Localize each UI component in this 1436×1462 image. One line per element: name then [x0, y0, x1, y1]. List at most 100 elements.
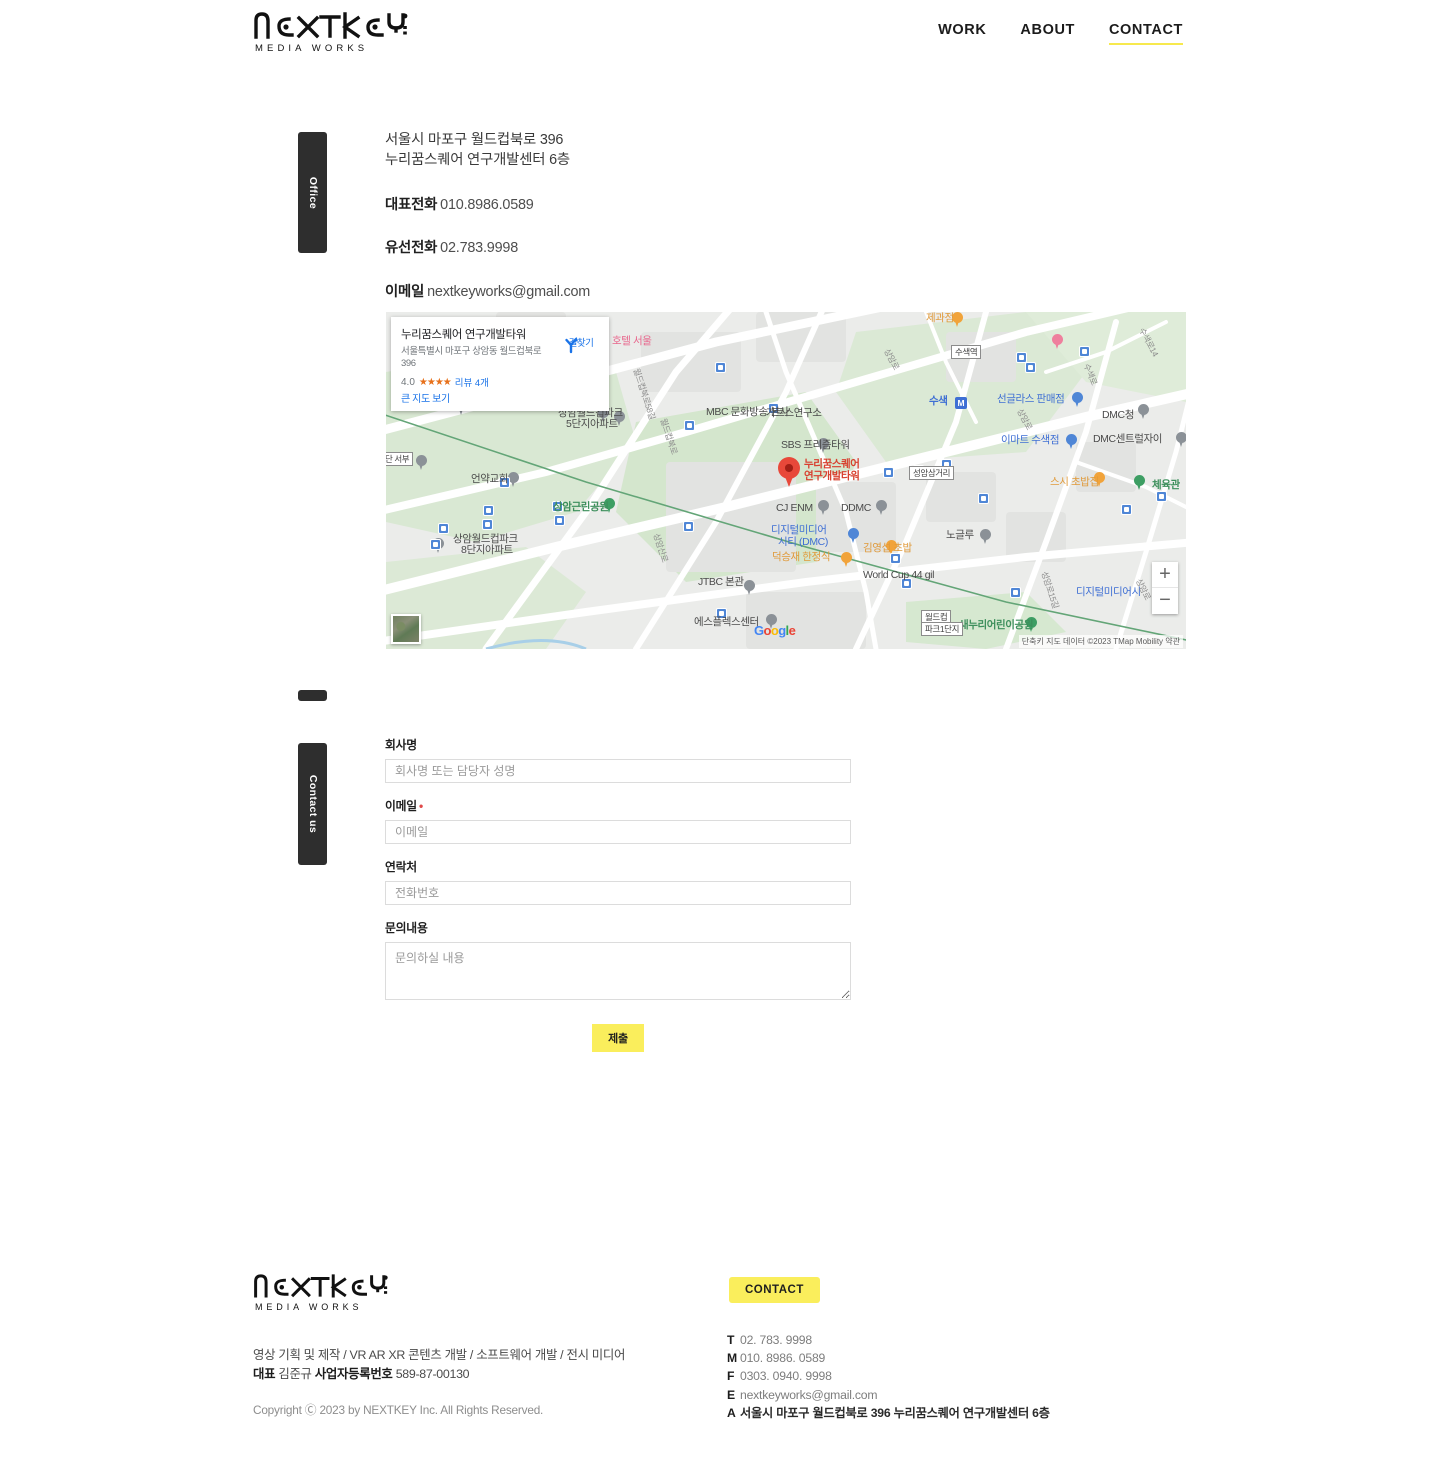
map-bus-icon[interactable] — [430, 539, 441, 550]
nextkey-logo-icon — [254, 12, 408, 39]
map-label-ddmc: DDMC — [841, 502, 871, 514]
map-destination-label-2: 연구개발타워 — [804, 470, 860, 482]
map-bus-icon[interactable] — [1025, 362, 1036, 373]
map-bus-icon[interactable] — [684, 420, 695, 431]
header-logo[interactable]: MEDIA WORKS — [253, 10, 428, 54]
map-bus-icon[interactable] — [890, 553, 901, 564]
main-nav: WORK ABOUT CONTACT — [938, 22, 1184, 45]
map-bus-icon[interactable] — [1156, 491, 1167, 502]
office-landline-value: 02.783.9998 — [440, 240, 518, 256]
map-pin-deokseungjae[interactable] — [841, 552, 852, 567]
map-label-sushi: 스시 초밥집 — [1050, 476, 1099, 488]
map-destination-marker[interactable] — [778, 457, 800, 488]
map-pin-emart[interactable] — [1066, 434, 1077, 449]
map-label-dmc-1: 디지털미디어 — [771, 524, 827, 536]
input-message[interactable] — [385, 942, 851, 1000]
footer-contact-value: 010. 8986. 0589 — [740, 1351, 826, 1366]
form-group-email: 이메일 • — [385, 797, 851, 844]
footer-contact-tel: T 02. 783. 9998 — [727, 1331, 1050, 1349]
map-bus-icon[interactable] — [683, 521, 694, 532]
nav-item-about[interactable]: ABOUT — [1020, 22, 1075, 45]
map-label-gym: 체육관 — [1152, 479, 1180, 491]
footer-contact-key: M — [727, 1351, 737, 1366]
form-group-phone: 연락처 — [385, 858, 851, 905]
map-satellite-thumbnail[interactable] — [391, 614, 421, 644]
map-pin-noglu[interactable] — [980, 529, 991, 544]
map-pin-dmccentral[interactable] — [1176, 432, 1186, 447]
map-bus-icon[interactable] — [715, 362, 726, 373]
map-label-kimyoungseop: 김영섭 초밥 — [863, 542, 912, 554]
google-map[interactable]: 누리꿈스퀘어 연구개발타워 M 호텔 서울 MBC 문화방송 본사 가르스연구소… — [386, 312, 1186, 649]
map-label-noglu: 노글루 — [946, 529, 974, 541]
map-label-cjenm: CJ ENM — [776, 502, 813, 514]
map-zoom-in-button[interactable]: + — [1152, 562, 1178, 588]
label-company: 회사명 — [385, 738, 417, 752]
map-label-dmccheong: DMC청 — [1102, 409, 1134, 421]
label-phone: 연락처 — [385, 860, 417, 874]
map-label-park: 상암근린공원 — [553, 501, 609, 513]
form-group-message: 문의내용 — [385, 919, 851, 1005]
map-pin-dmccheong[interactable] — [1138, 404, 1149, 419]
footer-services: 영상 기획 및 제작 / VR AR XR 콘텐츠 개발 / 소프트웨어 개발 … — [253, 1348, 626, 1362]
map-bus-icon[interactable] — [1010, 587, 1021, 598]
footer-biz-label: 사업자등록번호 — [314, 1367, 393, 1381]
map-pin-seobu[interactable] — [416, 455, 427, 470]
footer-contact-value: 0303. 0940. 9998 — [740, 1369, 832, 1384]
map-label-gareuseu: 가르스연구소 — [766, 407, 822, 419]
footer-address-value: 서울시 마포구 월드컵북로 396 누리꿈스퀘어 연구개발센터 6층 — [740, 1405, 1050, 1420]
footer-contact-email: Enextkeyworks@gmail.com — [727, 1386, 1050, 1404]
map-subway-icon[interactable]: M — [955, 397, 967, 409]
map-boxed-label-seobu: 단 서부 — [386, 452, 414, 466]
map-card-directions[interactable]: 길찾기 — [561, 334, 601, 354]
map-label-suseok: 수색 — [929, 395, 948, 407]
form-group-company: 회사명 — [385, 736, 851, 783]
map-bus-icon[interactable] — [1079, 346, 1090, 357]
map-boxed-label-worldcup2: 파크1단지 — [921, 622, 964, 636]
map-pin-jtbc[interactable] — [744, 580, 755, 595]
map-bus-icon[interactable] — [438, 523, 449, 534]
submit-row: 제출 — [385, 1024, 851, 1052]
input-email[interactable] — [385, 820, 851, 844]
map-bus-icon[interactable] — [883, 467, 894, 478]
footer-contact-badge[interactable]: CONTACT — [729, 1277, 820, 1303]
google-logo: Google — [754, 623, 796, 638]
footer-business-info: 영상 기획 및 제작 / VR AR XR 콘텐츠 개발 / 소프트웨어 개발 … — [253, 1346, 625, 1384]
footer-contact-value[interactable]: nextkeyworks@gmail.com — [740, 1388, 878, 1402]
map-label-deokseungjae: 덕승재 한정식 — [772, 551, 831, 563]
office-address-line2: 누리꿈스퀘어 연구개발센터 6층 — [385, 151, 570, 168]
input-phone[interactable] — [385, 881, 851, 905]
map-zoom-controls[interactable]: + − — [1152, 562, 1178, 614]
map-bus-icon[interactable] — [978, 493, 989, 504]
map-pin-gym[interactable] — [1134, 475, 1145, 490]
map-pin-sunglasses[interactable] — [1072, 392, 1083, 407]
map-card-reviews[interactable]: 리뷰 4개 — [455, 375, 489, 389]
footer-contact-key: F — [727, 1369, 735, 1384]
map-bus-icon[interactable] — [554, 515, 565, 526]
map-zoom-out-button[interactable]: − — [1152, 588, 1178, 614]
map-boxed-label-seongam: 성암삼거리 — [909, 466, 955, 480]
office-side-tab: Office — [298, 132, 327, 253]
footer-ceo-name: 김준규 — [278, 1367, 312, 1381]
footer-copyright: Copyright Ⓒ 2023 by NEXTKEY Inc. All Rig… — [253, 1403, 544, 1417]
map-bus-icon[interactable] — [1121, 504, 1132, 515]
footer-logo[interactable]: MEDIA WORKS — [253, 1272, 428, 1312]
label-email-text: 이메일 — [385, 799, 417, 813]
office-email-value[interactable]: nextkeyworks@gmail.com — [427, 284, 590, 300]
map-label-emart: 이마트 수색점 — [1001, 434, 1060, 446]
input-company[interactable] — [385, 759, 851, 783]
map-card-rating-value: 4.0 — [401, 376, 415, 388]
map-pin-hotel[interactable] — [1052, 334, 1063, 349]
map-bus-icon[interactable] — [482, 519, 493, 530]
map-place-info-card[interactable]: 누리꿈스퀘어 연구개발타워 서울특별시 마포구 상암동 월드컵북로 396 4.… — [391, 317, 609, 411]
nav-item-work[interactable]: WORK — [938, 22, 986, 45]
required-marker: • — [418, 799, 423, 813]
map-card-rating-row: 4.0 ★★★★ 리뷰 4개 — [401, 375, 599, 390]
map-pin-ddmc[interactable] — [876, 500, 887, 515]
map-bus-icon[interactable] — [483, 505, 494, 516]
submit-button[interactable]: 제출 — [592, 1024, 644, 1052]
nav-item-contact[interactable]: CONTACT — [1108, 22, 1184, 45]
contact-tab-label: Contact us — [306, 774, 319, 834]
map-pin-dmc[interactable] — [848, 528, 859, 543]
map-card-more-link[interactable]: 큰 지도 보기 — [401, 390, 450, 405]
map-pin-cjenm[interactable] — [818, 500, 829, 515]
